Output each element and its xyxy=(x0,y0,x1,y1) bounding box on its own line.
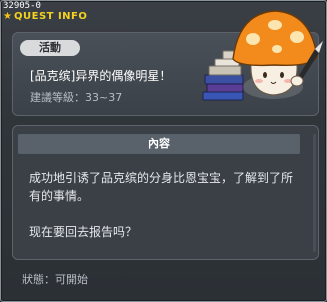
scrollbar-track[interactable] xyxy=(313,134,316,252)
quest-id: 32905-0 xyxy=(3,1,41,11)
quest-status: 狀態：可開始 xyxy=(22,273,88,286)
quest-category-badge: 活動 xyxy=(20,40,80,56)
quest-content-panel: 內容 成功地引诱了品克缤的分身比恩宝宝，了解到了所 有的事情。 现在要回去报告吗… xyxy=(12,125,319,260)
mushroom-npc-illustration xyxy=(202,10,323,101)
recommended-level: 建議等級：33~37 xyxy=(30,91,123,104)
description-line: 成功地引诱了品克缤的分身比恩宝宝，了解到了所 xyxy=(29,171,294,185)
quest-description: 成功地引诱了品克缤的分身比恩宝宝，了解到了所 有的事情。 现在要回去报告吗？ xyxy=(29,169,305,241)
content-section-header: 內容 xyxy=(18,134,300,154)
quest-name: [品克缤]异界的偶像明星！ xyxy=(30,69,172,83)
quest-info-window: 32905-0 ★ QUEST INFO 活動 [品克缤]异界的偶像明星！ 建議… xyxy=(0,0,327,302)
window-title: QUEST INFO xyxy=(14,11,88,22)
description-line: 现在要回去报告吗？ xyxy=(29,225,138,239)
description-line: 有的事情。 xyxy=(29,189,90,203)
star-icon: ★ xyxy=(3,11,12,22)
